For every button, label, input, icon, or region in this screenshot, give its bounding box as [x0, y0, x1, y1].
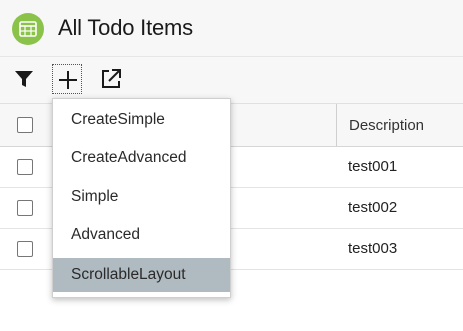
row-checkbox[interactable]: [17, 200, 33, 216]
column-header-description[interactable]: Description: [349, 117, 424, 134]
menu-item-createadvanced[interactable]: CreateAdvanced: [53, 141, 230, 175]
menu-item-createsimple[interactable]: CreateSimple: [53, 103, 230, 137]
description-cell: test002: [348, 199, 398, 216]
select-all-checkbox[interactable]: [17, 117, 33, 133]
add-dropdown-menu: CreateSimple CreateAdvanced Simple Advan…: [52, 98, 231, 298]
column-divider[interactable]: [336, 104, 337, 146]
description-cell: test001: [348, 158, 398, 175]
add-button[interactable]: [52, 64, 82, 94]
page-title: All Todo Items: [58, 15, 193, 40]
row-checkbox[interactable]: [17, 159, 33, 175]
menu-item-scrollablelayout[interactable]: ScrollableLayout: [53, 258, 230, 292]
export-button[interactable]: [96, 64, 126, 94]
filter-button[interactable]: [9, 64, 39, 94]
filter-icon: [15, 71, 33, 87]
page-header: All Todo Items: [0, 0, 463, 57]
row-checkbox[interactable]: [17, 241, 33, 257]
description-cell: test003: [348, 240, 398, 257]
plus-icon: [59, 71, 77, 89]
menu-item-simple[interactable]: Simple: [53, 180, 230, 214]
menu-item-advanced[interactable]: Advanced: [53, 218, 230, 252]
calendar-icon: [12, 13, 44, 45]
toolbar: [0, 57, 463, 104]
export-icon: [102, 69, 121, 88]
